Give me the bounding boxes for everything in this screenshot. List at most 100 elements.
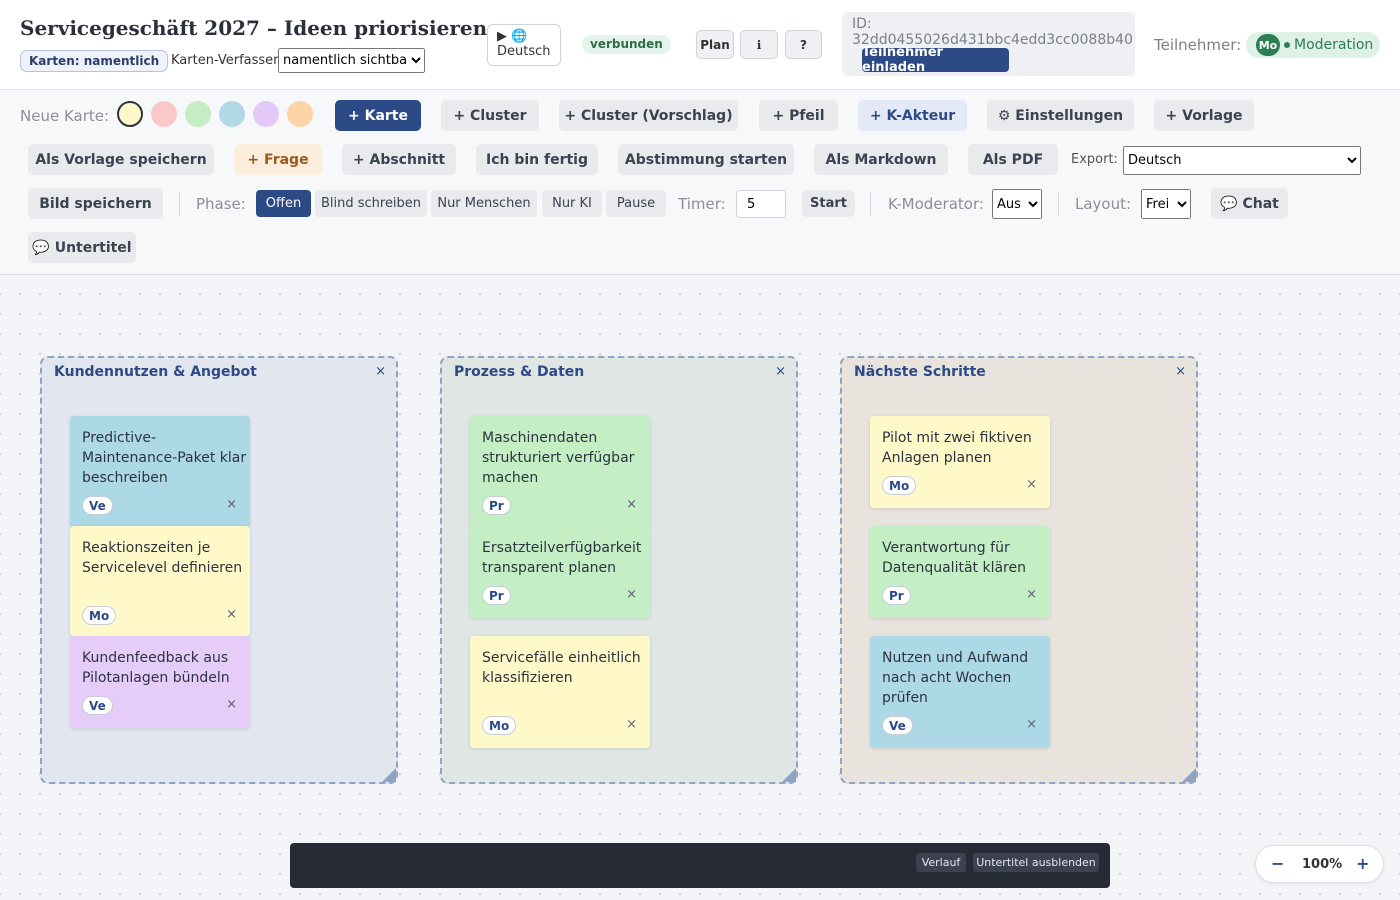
card-close-icon[interactable]: × [626,717,637,732]
cluster-customer-value[interactable]: Kundennutzen & Angebot × Predictive-Main… [40,356,398,784]
card[interactable]: Predictive-Maintenance-Paket klar beschr… [70,416,250,528]
card[interactable]: Nutzen und Aufwand nach acht Wochen prüf… [870,636,1050,748]
card-text: Reaktionszeiten je Servicelevel definier… [82,540,243,576]
card-text: Nutzen und Aufwand nach acht Wochen prüf… [882,650,1029,706]
add-template-button[interactable]: + Vorlage [1154,100,1254,131]
cluster-close-icon[interactable]: × [375,364,386,379]
cluster-title: Kundennutzen & Angebot [54,364,257,380]
add-cluster-button[interactable]: + Cluster [441,100,539,131]
language-button[interactable]: ▶ 🌐 Deutsch [487,24,561,66]
save-as-template-button[interactable]: Als Vorlage speichern [28,144,214,175]
card-close-icon[interactable]: × [1026,587,1037,602]
session-id-box: ID: 32dd0455026d431bbc4edd3cc0088b40 Tei… [842,12,1135,76]
zoom-in-button[interactable]: + [1356,854,1369,873]
card-author-badge: Pr [882,586,911,605]
timer-input[interactable] [736,190,786,218]
card[interactable]: Pilot mit zwei fiktiven Anlagen planen M… [870,416,1050,508]
card-author-badge: Mo [882,476,917,495]
phase-pause-button[interactable]: Pause [606,190,666,217]
swatch-red[interactable] [151,101,177,127]
export-markdown-button[interactable]: Als Markdown [814,144,948,175]
session-header: Servicegeschäft 2027 – Ideen priorisiere… [0,0,1400,90]
export-pdf-button[interactable]: Als PDF [968,144,1058,175]
export-language-select[interactable]: Deutsch [1123,146,1361,175]
ai-moderator-select[interactable]: Aus [992,189,1042,219]
cluster-resize-handle[interactable] [382,768,396,782]
page-title: Servicegeschäft 2027 – Ideen priorisiere… [20,16,488,40]
card-close-icon[interactable]: × [626,497,637,512]
cluster-close-icon[interactable]: × [1175,364,1186,379]
cluster-next-steps[interactable]: Nächste Schritte × Pilot mit zwei fiktiv… [840,356,1198,784]
swatch-green[interactable] [185,101,211,127]
suggest-cluster-button[interactable]: + Cluster (Vorschlag) [559,100,738,131]
help-button[interactable]: ? [785,30,822,59]
card[interactable]: Verantwortung für Datenqualität klären P… [870,526,1050,618]
add-section-button[interactable]: + Abschnitt [342,144,456,175]
online-status-icon [1284,42,1290,48]
timer-start-button[interactable]: Start [802,190,855,217]
card[interactable]: Ersatzteilverfügbarkeit transparent plan… [470,526,650,618]
card-text: Ersatzteilverfügbarkeit transparent plan… [482,540,642,576]
zoom-out-button[interactable]: − [1271,854,1284,873]
card[interactable]: Kundenfeedback aus Pilotanlagen bündeln … [70,636,250,728]
cluster-process-data[interactable]: Prozess & Daten × Maschinendaten struktu… [440,356,798,784]
hide-subtitles-button[interactable]: Untertitel ausblenden [973,853,1099,872]
chat-button[interactable]: 💬 Chat [1211,188,1288,219]
card[interactable]: Maschinendaten strukturiert verfügbar ma… [470,416,650,528]
card-visibility-badge: Karten: namentlich [20,50,169,72]
settings-button[interactable]: ⚙ Einstellungen [987,100,1134,131]
card[interactable]: Servicefälle einheitlich klassifizieren … [470,636,650,748]
cluster-resize-handle[interactable] [782,768,796,782]
add-ai-actor-button[interactable]: + K-Akteur [858,100,967,131]
card-author-badge: Pr [482,586,511,605]
new-card-label: Neue Karte: [20,107,110,125]
participants-label: Teilnehmer: [1154,36,1242,54]
subtitles-button[interactable]: 💬 Untertitel [28,232,136,263]
plan-button[interactable]: Plan [696,30,734,59]
phase-open-button[interactable]: Offen [256,190,311,217]
layout-label: Layout: [1075,195,1132,213]
whiteboard-canvas[interactable]: Kundennutzen & Angebot × Predictive-Main… [0,276,1400,900]
swatch-purple[interactable] [253,101,279,127]
toolbar-divider [870,192,871,216]
card-author-badge: Mo [82,606,117,625]
invite-participants-button[interactable]: Teilnehmer einladen [862,45,1009,75]
card-close-icon[interactable]: × [626,587,637,602]
phase-ai-only-button[interactable]: Nur KI [542,190,602,217]
save-image-button[interactable]: Bild speichern [28,188,163,219]
card-author-badge: Ve [82,696,113,715]
info-button[interactable]: ℹ [740,30,778,59]
add-card-button[interactable]: + Karte [335,100,421,131]
timer-label: Timer: [678,195,726,213]
card-close-icon[interactable]: × [226,697,237,712]
card-close-icon[interactable]: × [226,497,237,512]
swatch-orange[interactable] [287,101,313,127]
card-close-icon[interactable]: × [1026,477,1037,492]
card-close-icon[interactable]: × [1026,717,1037,732]
connection-status-badge: verbunden [582,35,671,54]
add-question-button[interactable]: + Frage [234,144,322,175]
layout-select[interactable]: Frei [1141,189,1191,219]
card-text: Kundenfeedback aus Pilotanlagen bündeln [82,650,230,686]
participant-chip[interactable]: Mo Moderation [1246,32,1380,58]
add-arrow-button[interactable]: + Pfeil [759,100,838,131]
cluster-close-icon[interactable]: × [775,364,786,379]
swatch-blue[interactable] [219,101,245,127]
start-vote-button[interactable]: Abstimmung starten [618,144,794,175]
zoom-control: − 100% + [1255,845,1384,883]
card-text: Maschinendaten strukturiert verfügbar ma… [482,430,635,486]
subtitle-bar: Verlauf Untertitel ausblenden [290,843,1110,888]
cluster-resize-handle[interactable] [1182,768,1196,782]
card-author-badge: Ve [882,716,913,735]
card-text: Pilot mit zwei fiktiven Anlagen planen [882,430,1032,466]
phase-humans-only-button[interactable]: Nur Menschen [431,190,537,217]
phase-blind-writing-button[interactable]: Blind schreiben [315,190,427,217]
card-close-icon[interactable]: × [226,607,237,622]
cluster-title: Prozess & Daten [454,364,585,380]
card-author-select[interactable]: namentlich sichtbar [278,48,425,73]
swatch-yellow[interactable] [117,101,143,127]
done-button[interactable]: Ich bin fertig [476,144,598,175]
card-author-label: Karten-Verfasser: [171,53,283,68]
card[interactable]: Reaktionszeiten je Servicelevel definier… [70,526,250,636]
subtitle-history-button[interactable]: Verlauf [916,853,966,872]
